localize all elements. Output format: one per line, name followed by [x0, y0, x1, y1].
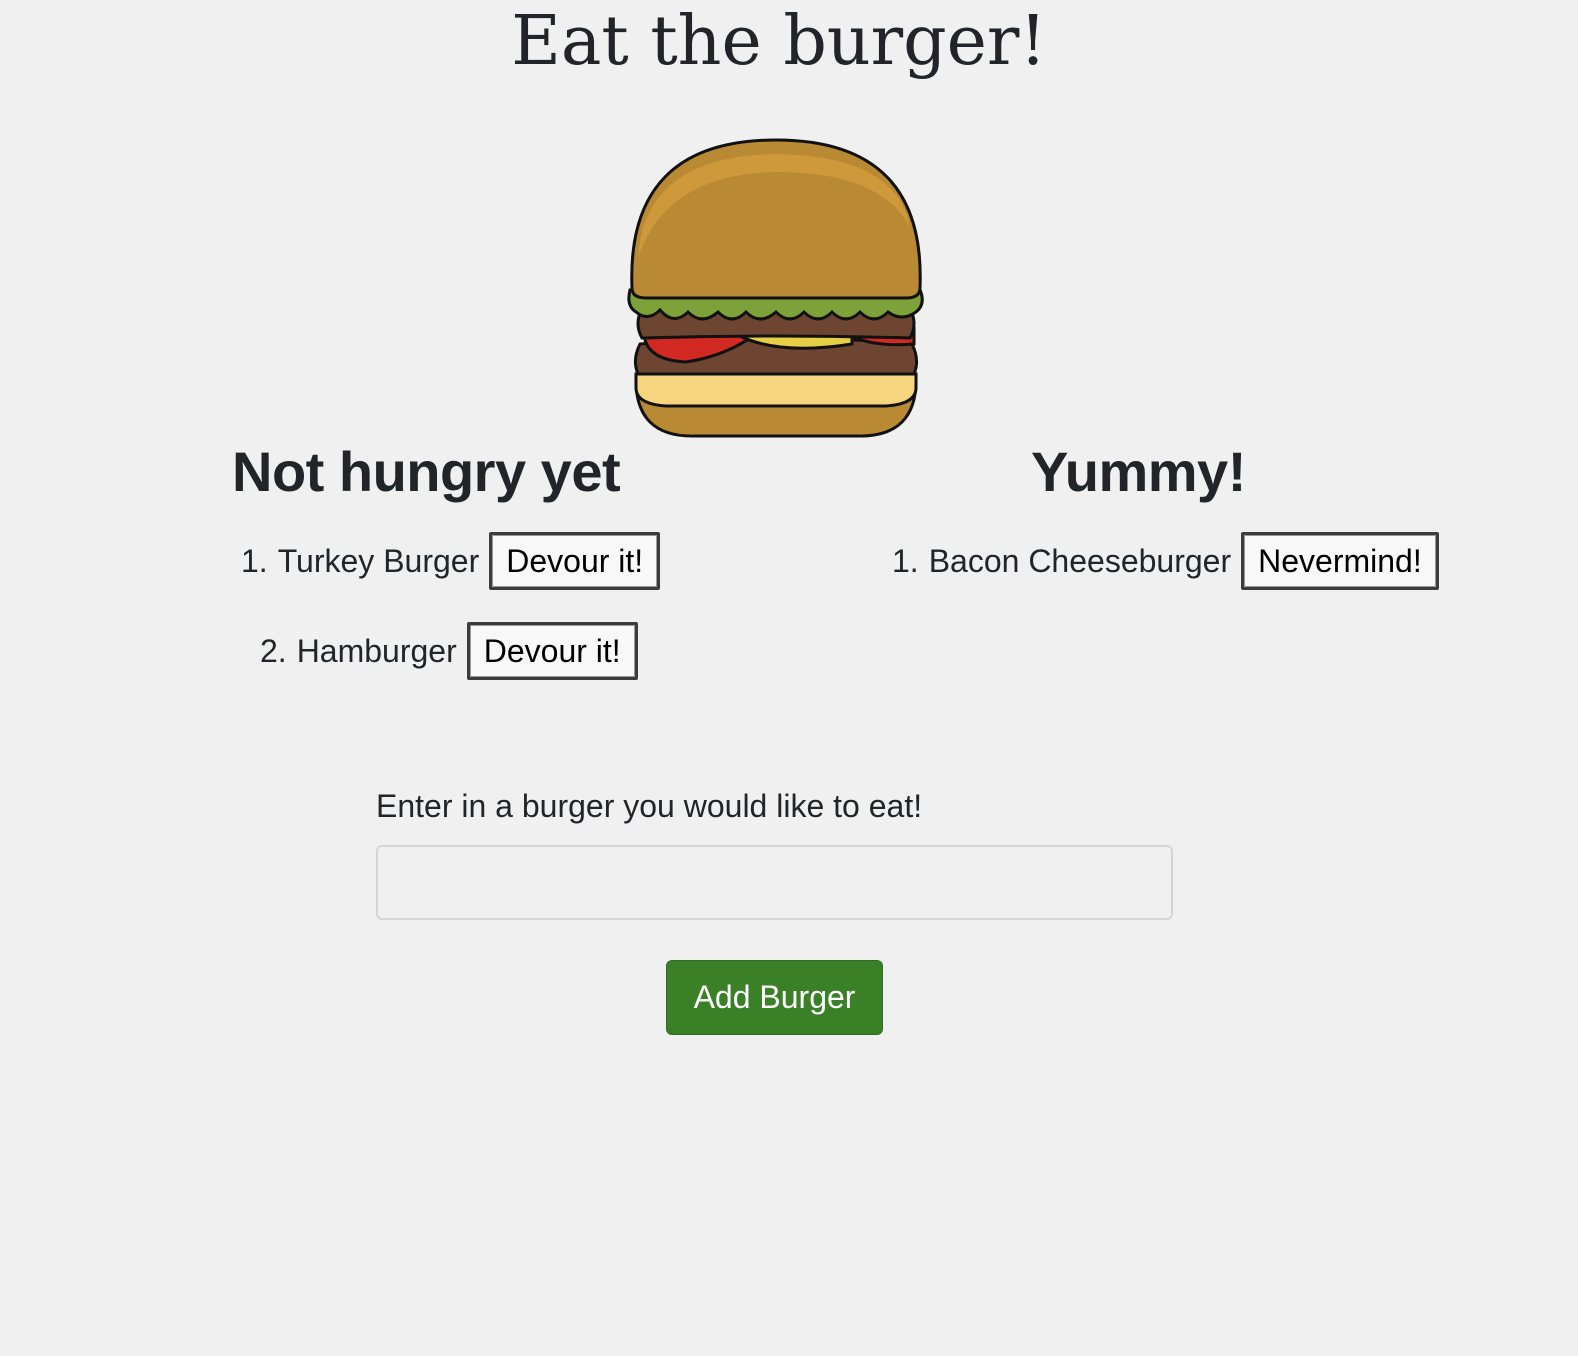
devour-button[interactable]: Devour it! [466, 622, 638, 680]
burger-input-label: Enter in a burger you would like to eat! [376, 788, 923, 824]
burger-icon [627, 138, 924, 438]
burger-name-input[interactable] [376, 845, 1173, 920]
list-item-number: 1. [892, 542, 919, 579]
list-item-number: 1. [241, 542, 268, 579]
list-item: 2. Hamburger Devour it! [260, 621, 638, 681]
list-item: 1. Bacon Cheeseburger Nevermind! [892, 531, 1439, 591]
list-item: 1. Turkey Burger Devour it! [241, 531, 661, 591]
add-burger-button[interactable]: Add Burger [666, 960, 883, 1035]
nevermind-button[interactable]: Nevermind! [1241, 532, 1439, 590]
burger-name: Bacon Cheeseburger [928, 542, 1232, 579]
devour-button[interactable]: Devour it! [489, 532, 661, 590]
page-title: Eat the burger! [511, 2, 1047, 81]
burger-name: Turkey Burger [277, 542, 480, 579]
list-item-number: 2. [260, 632, 287, 669]
not-hungry-heading: Not hungry yet [232, 440, 621, 503]
yummy-heading: Yummy! [1031, 440, 1246, 503]
page: Eat the burger! Not hungry yet Yummy! 1.… [0, 0, 1578, 1356]
burger-name: Hamburger [296, 632, 457, 669]
